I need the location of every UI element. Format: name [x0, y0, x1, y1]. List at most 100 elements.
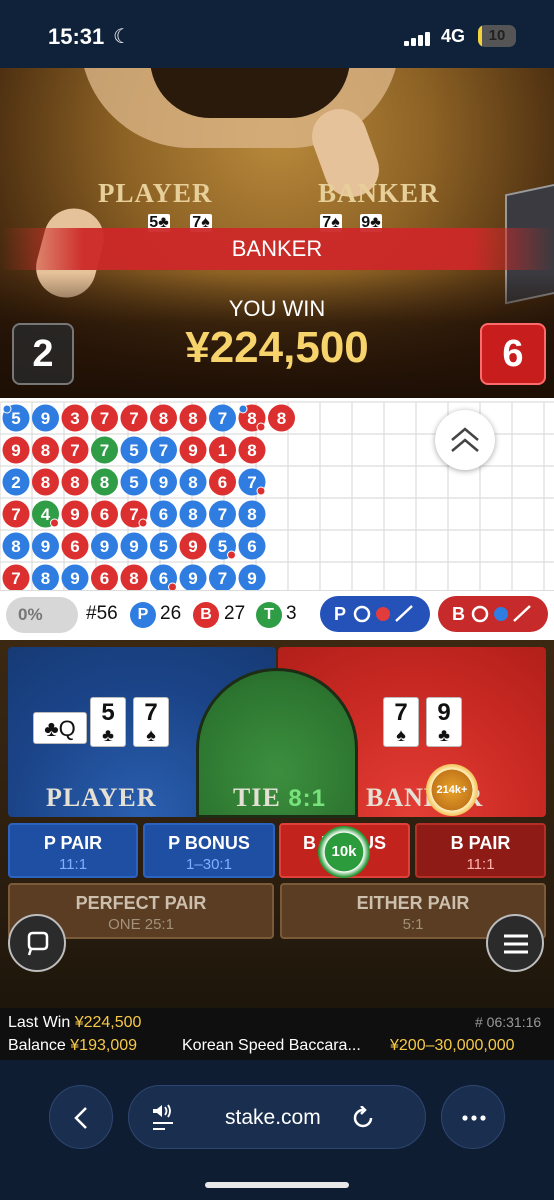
road-bead: 9 — [120, 532, 148, 560]
road-bead-value: 9 — [100, 537, 109, 556]
player-pair-label: P PAIR — [43, 833, 103, 853]
road-bead: 9 — [238, 564, 266, 590]
road-bead: 4 — [32, 500, 59, 528]
banker-pair-marker — [50, 518, 59, 528]
banker-pair-bet[interactable]: B PAIR 11:1 — [415, 823, 546, 878]
banker-pair-marker — [168, 582, 177, 590]
road-bead-value: 8 — [100, 473, 109, 492]
shoe-number: #56 — [86, 603, 118, 624]
road-bead: 7 — [209, 564, 236, 590]
road-bead: 8 — [179, 404, 207, 432]
road-bead: 5 — [120, 436, 148, 464]
road-bead-value: 7 — [218, 409, 227, 428]
road-bead-value: 9 — [247, 569, 256, 588]
app-root: 15:31 ☾ 4G 10 PLAYER BANKER 5♣ 7♠ 7♠ 9♣ … — [0, 0, 554, 1200]
player-bet-label: PLAYER — [46, 783, 157, 812]
banker-pair-label: B PAIR — [450, 833, 511, 853]
predict-pattern-icon — [353, 605, 413, 623]
road-bead-value: 9 — [159, 473, 168, 492]
road-bead: 6 — [150, 564, 177, 590]
status-bar: 15:31 ☾ 4G 10 — [0, 0, 554, 68]
banker-predict-button[interactable]: B — [438, 596, 548, 632]
road-bead-value: 7 — [247, 473, 256, 492]
player-bonus-bet[interactable]: P BONUS 1–30:1 — [143, 823, 275, 878]
home-indicator — [205, 1182, 349, 1188]
road-bead: 7 — [238, 468, 266, 496]
road-bead: 8 — [179, 500, 207, 528]
road-bead-value: 7 — [11, 569, 20, 588]
tie-payout: 8:1 — [288, 785, 326, 812]
back-button[interactable] — [49, 1085, 113, 1149]
reload-icon[interactable] — [351, 1106, 375, 1130]
banker-score: 6 — [480, 323, 546, 385]
road-bead-value: 7 — [11, 505, 20, 524]
menu-button[interactable] — [486, 914, 544, 972]
table-banker-label: BANKER — [318, 178, 440, 208]
do-not-disturb-icon: ☾ — [113, 26, 131, 48]
road-bead-value: 8 — [188, 409, 197, 428]
perfect-pair-label: PERFECT PAIR — [75, 893, 207, 913]
road-bead: 5 — [209, 532, 236, 560]
tie-count: 3 — [286, 603, 297, 624]
road-bead-value: 7 — [100, 441, 109, 460]
win-percentage-toggle[interactable]: 0% — [6, 597, 78, 633]
last-win-value: ¥224,500 — [74, 1014, 142, 1031]
road-bead-value: 9 — [129, 537, 138, 556]
road-bead: 7 — [209, 404, 236, 432]
road-bead: 8 — [179, 468, 207, 496]
banker-pair-payout: 11:1 — [466, 856, 495, 873]
road-bead-value: 6 — [100, 505, 109, 524]
battery-level: 10 — [488, 27, 506, 44]
player-score: 2 — [12, 323, 74, 385]
road-bead: 9 — [32, 404, 59, 432]
player-pair-bet[interactable]: P PAIR 11:1 — [8, 823, 138, 878]
road-bead: 7 — [2, 564, 30, 590]
table-name: Korean Speed Baccara... — [182, 1037, 361, 1054]
road-bead-value: 6 — [70, 537, 79, 556]
player-card-1: 5 ♣ — [90, 697, 126, 747]
tie-bet-spot[interactable]: TIE 8:1 — [196, 668, 358, 818]
road-bead-value: 4 — [41, 505, 51, 524]
player-bonus-label: P BONUS — [168, 833, 250, 853]
banker-count: 27 — [224, 603, 246, 624]
road-bead: 6 — [91, 500, 118, 528]
player-predict-label: P — [334, 604, 347, 624]
road-bead: 9 — [2, 436, 30, 464]
road-bead-value: 9 — [41, 537, 50, 556]
address-bar[interactable]: stake.com — [128, 1085, 426, 1149]
collapse-roadmap-button[interactable] — [435, 410, 495, 470]
road-bead: 8 — [91, 468, 118, 496]
road-bead-value: 8 — [247, 409, 256, 428]
road-bead-value: 9 — [188, 569, 197, 588]
player-pair-marker — [238, 404, 248, 414]
road-bead: 9 — [61, 564, 89, 590]
road-bead-value: 6 — [159, 569, 168, 588]
banker-card-1: 7 ♠ — [383, 697, 419, 747]
balance-value: ¥193,009 — [70, 1037, 138, 1054]
road-bead: 6 — [91, 564, 118, 590]
player-count-badge: P — [130, 602, 156, 628]
road-bead: 9 — [179, 564, 207, 590]
road-bead: 7 — [209, 500, 236, 528]
road-bead: 7 — [150, 436, 177, 464]
chat-button[interactable] — [8, 914, 66, 972]
signal-icon — [404, 30, 436, 46]
road-bead: 8 — [32, 564, 59, 590]
road-bead-value: 8 — [70, 473, 79, 492]
either-pair-label: EITHER PAIR — [356, 893, 470, 913]
road-bead-value: 9 — [41, 409, 50, 428]
battery-icon: 10 — [478, 25, 516, 47]
banker-pair-marker — [227, 550, 236, 560]
road-bead-value: 8 — [188, 505, 197, 524]
banker-pair-marker — [256, 486, 266, 496]
more-options-button[interactable] — [441, 1085, 505, 1149]
road-bead-value: 8 — [247, 441, 256, 460]
win-title: YOU WIN — [228, 296, 326, 321]
chat-bubble-icon — [27, 931, 49, 956]
road-bead-value: 9 — [11, 441, 20, 460]
road-bead-value: 5 — [159, 537, 168, 556]
player-predict-button[interactable]: P — [320, 596, 430, 632]
road-bead: 9 — [150, 468, 177, 496]
road-bead: 6 — [150, 500, 177, 528]
banker-predict-label: B — [452, 604, 465, 624]
